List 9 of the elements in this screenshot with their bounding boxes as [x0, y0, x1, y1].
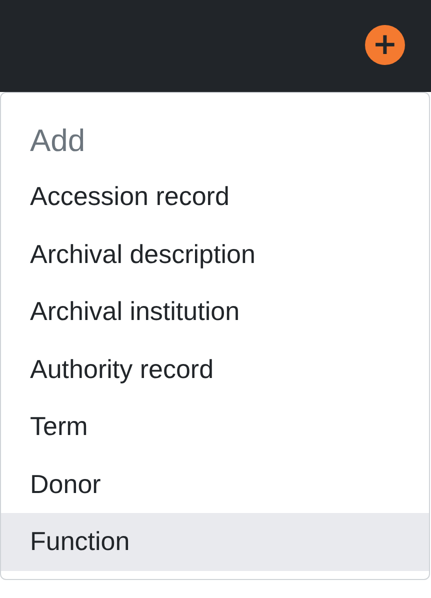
menu-item[interactable]: Term — [1, 398, 429, 456]
menu-item[interactable]: Donor — [1, 456, 429, 513]
menu-header: Add — [29, 122, 86, 160]
add-button[interactable]: + — [365, 25, 405, 65]
menu-item[interactable]: Archival description — [1, 226, 429, 283]
menu-item[interactable]: Authority record — [1, 340, 429, 398]
menu-item[interactable]: Accession record — [1, 168, 429, 226]
menu-item[interactable]: Function — [1, 513, 429, 570]
menu-item[interactable]: Archival institution — [1, 283, 429, 340]
